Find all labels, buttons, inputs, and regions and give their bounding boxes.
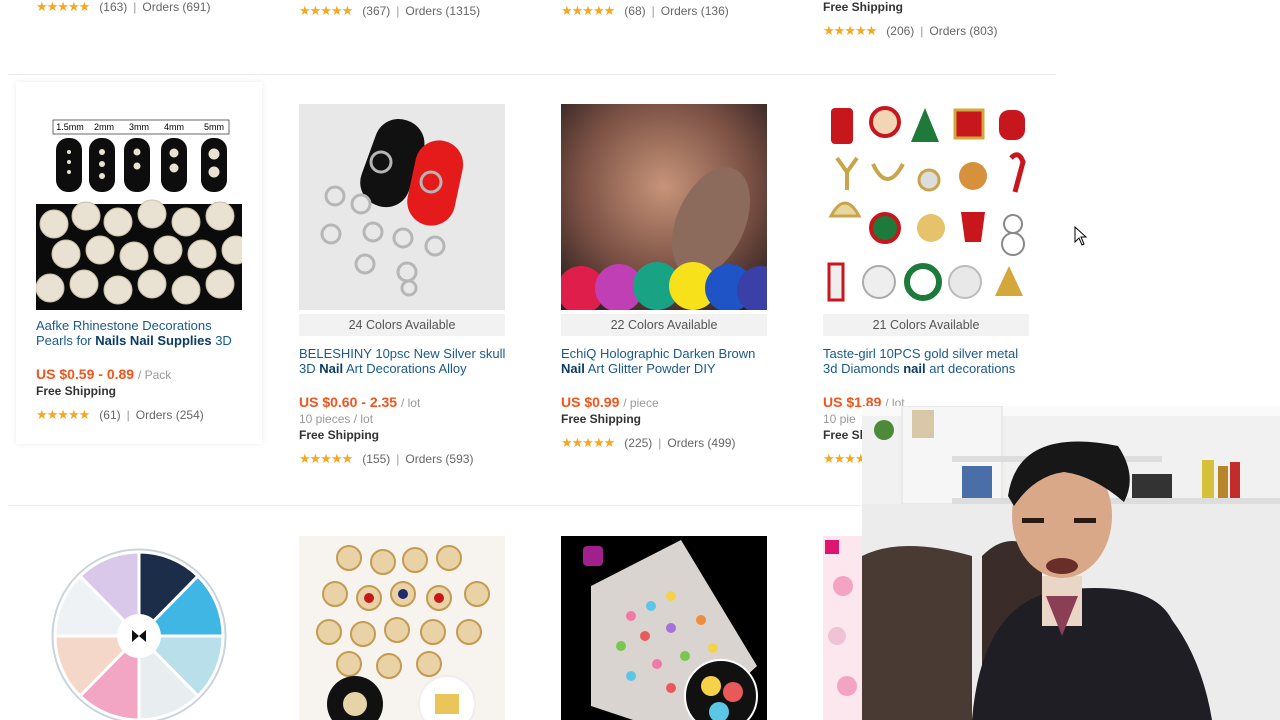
free-shipping-label: Free Shipping [36, 384, 117, 398]
size-label: 4mm [164, 122, 184, 132]
product-title-link[interactable]: BELESHINY 10psc New Silver skull 3D Nail… [299, 346, 509, 378]
rating-stars-icon: ★★★★★ [561, 435, 615, 450]
order-count: Orders (593) [405, 452, 474, 466]
product-image[interactable]: 1.5mm 2mm 3mm 4mm 5mm [36, 104, 242, 310]
colors-available-label: 21 Colors Available [823, 314, 1029, 336]
rating-stars-icon: ★★★★★ [36, 407, 90, 422]
presenter-video [862, 406, 1280, 720]
size-label: 5mm [204, 122, 224, 132]
product-rating: ★★★★★ (61) | Orders (254) [36, 407, 204, 422]
product-price: US $0.99 / piece [561, 394, 659, 410]
product-rating: ★★★★★ (225) | Orders (499) [561, 435, 736, 450]
pearl-nails-image: 1.5mm 2mm 3mm 4mm 5mm [36, 104, 242, 310]
product-image[interactable] [299, 536, 505, 720]
size-label: 1.5mm [56, 122, 84, 132]
colors-available-label: 24 Colors Available [299, 314, 505, 336]
product-title-link[interactable]: Aafke Rhinestone Decorations Pearls for … [36, 318, 246, 350]
christmas-charms-image [823, 104, 1029, 310]
order-count: Orders (136) [660, 4, 729, 18]
product-rating: ★★★★★ (155) | Orders (593) [299, 451, 474, 466]
rating-stars-icon: ★★★★★ [823, 23, 877, 38]
review-count[interactable]: (68) [624, 4, 645, 18]
order-count: Orders (803) [929, 24, 998, 38]
review-count[interactable]: (225) [624, 436, 652, 450]
product-meta: ★★★★★ (68) | Orders (136) [561, 3, 729, 18]
order-count: Orders (499) [667, 436, 736, 450]
free-shipping-label: Free Shipping [823, 0, 904, 14]
mouse-cursor-icon [1074, 226, 1088, 246]
review-count[interactable]: (61) [99, 408, 120, 422]
product-image[interactable] [561, 104, 767, 310]
row-divider [8, 74, 1056, 75]
product-meta: ★★★★★ (163) | Orders (691) [36, 0, 211, 14]
order-count: Orders (254) [135, 408, 204, 422]
product-image[interactable] [823, 536, 863, 720]
rating-stars-icon: ★★★★★ [299, 3, 353, 18]
order-count: Orders (691) [142, 0, 211, 14]
product-card[interactable] [36, 536, 246, 720]
rating-stars-icon: ★★★★★ [299, 451, 353, 466]
review-count[interactable]: (155) [362, 452, 390, 466]
product-title-link[interactable]: EchiQ Holographic Darken Brown Nail Art … [561, 346, 771, 378]
product-image[interactable] [36, 536, 242, 720]
product-card[interactable] [299, 536, 509, 720]
nail-sticker-image [823, 536, 863, 720]
rating-stars-icon: ★★★★★ [561, 3, 615, 18]
product-image[interactable] [299, 104, 505, 310]
free-shipping-label: Free Shipping [561, 412, 642, 426]
product-image[interactable] [561, 536, 767, 720]
previous-products-row: ★★★★★ (163) | Orders (691) ★★★★★ (367) | Order… [0, 0, 1060, 42]
skull-nail-image [299, 104, 505, 310]
lot-size: 10 pieces / lot [299, 412, 374, 426]
product-image[interactable] [823, 104, 1029, 310]
order-count: Orders (1315) [405, 4, 481, 18]
rhinestone-wheel-image [36, 536, 242, 720]
colors-available-label: 22 Colors Available [561, 314, 767, 336]
size-label: 3mm [129, 122, 149, 132]
product-card[interactable] [561, 536, 771, 720]
product-title-link[interactable]: Taste-girl 10PCS gold silver metal 3d Di… [823, 346, 1033, 378]
free-shipping-label: Free Shipping [299, 428, 380, 442]
size-label: 2mm [94, 122, 114, 132]
product-card[interactable] [823, 536, 863, 720]
product-price: US $0.59 - 0.89 / Pack [36, 366, 172, 382]
webcam-overlay [862, 406, 1280, 720]
product-card[interactable]: 1.5mm 2mm 3mm 4mm 5mm Aafke Rhinestone D… [16, 82, 262, 444]
product-meta: ★★★★★ (367) | Orders (1315) [299, 3, 481, 18]
fimo-slices-bag-image [561, 536, 767, 720]
product-card[interactable]: 24 Colors Available BELESHINY 10psc New … [299, 104, 509, 468]
review-count[interactable]: (206) [886, 24, 914, 38]
gold-crown-charms-image [299, 536, 505, 720]
product-price: US $0.60 - 2.35 / lot [299, 394, 421, 410]
rating-stars-icon: ★★★★★ [36, 0, 90, 14]
review-count[interactable]: (163) [99, 0, 127, 14]
review-count[interactable]: (367) [362, 4, 390, 18]
glitter-powder-image [561, 104, 767, 310]
product-meta: Free Shipping ★★★★★ (206) | Orders (803) [823, 0, 998, 38]
product-card[interactable]: 22 Colors Available EchiQ Holographic Da… [561, 104, 771, 452]
